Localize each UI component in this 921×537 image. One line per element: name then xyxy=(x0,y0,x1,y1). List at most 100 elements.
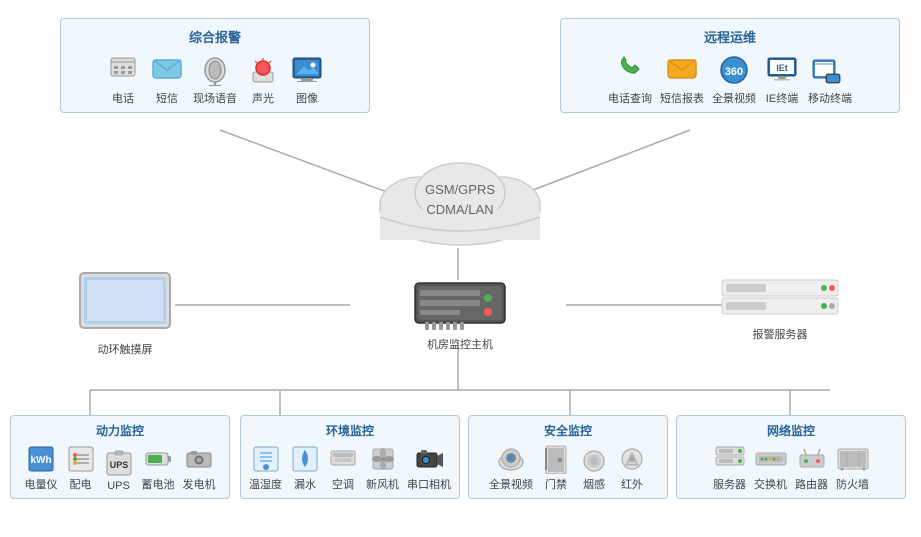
firewall-icon xyxy=(837,444,869,474)
ie-terminal-label: IE终端 xyxy=(766,90,798,106)
sms-report-icon-item: 短信报表 xyxy=(660,52,704,106)
touchscreen-label: 动环触摸屏 xyxy=(60,341,190,357)
phone-label: 电话 xyxy=(112,90,134,106)
svg-text:IEt: IEt xyxy=(776,63,788,73)
phone-query-icon xyxy=(612,52,648,88)
phone-query-label: 电话查询 xyxy=(608,90,652,106)
ac-icon xyxy=(328,444,358,474)
firewall-icon-item: 防火墙 xyxy=(836,444,869,492)
mobile-terminal-label: 移动终端 xyxy=(808,90,852,106)
environment-monitor-box: 环境监控 温湿度 xyxy=(240,415,460,499)
cloud-network: GSM/GPRS CDMA/LAN xyxy=(360,155,560,250)
generator-icon xyxy=(184,444,214,474)
power-monitor-title: 动力监控 xyxy=(19,422,221,439)
power-icons: kWh 电量仪 配电 xyxy=(19,444,221,492)
infrared-icon xyxy=(617,444,647,474)
center-device: 机房监控主机 xyxy=(390,278,530,352)
sms-icon-item: 短信 xyxy=(149,52,185,106)
mobile-terminal-icon-item: 移动终端 xyxy=(808,52,852,106)
alarm-icons: 电话 短信 xyxy=(71,52,359,106)
battery-icon xyxy=(143,444,173,474)
ups-label: UPS xyxy=(107,480,130,492)
environment-monitor-title: 环境监控 xyxy=(249,422,451,439)
fan-icon xyxy=(368,444,398,474)
svg-text:kWh: kWh xyxy=(30,455,51,466)
power-monitor-box: 动力监控 kWh 电量仪 xyxy=(10,415,230,499)
security-monitor-title: 安全监控 xyxy=(477,422,659,439)
ups-icon-item: UPS UPS xyxy=(104,448,134,492)
dome-cam-icon xyxy=(496,444,526,474)
battery-icon-item: 蓄电池 xyxy=(142,444,175,492)
firewall-label: 防火墙 xyxy=(836,476,869,492)
alarm-light-label: 声光 xyxy=(252,90,274,106)
thermo-icon-item: 温湿度 xyxy=(249,444,282,492)
remote-ops-title: 远程运维 xyxy=(571,27,889,46)
distribution-label: 配电 xyxy=(70,476,92,492)
ie-terminal-icon-item: IEt IE终端 xyxy=(764,52,800,106)
router-label: 路由器 xyxy=(795,476,828,492)
smoke-icon-item: 烟感 xyxy=(579,444,609,492)
alarm-light-icon-item: 声光 xyxy=(245,52,281,106)
alarm-light-icon xyxy=(245,52,281,88)
server-label: 服务器 xyxy=(713,476,746,492)
sms-report-icon xyxy=(664,52,700,88)
infrared-label: 红外 xyxy=(621,476,643,492)
remote-icons: 电话查询 短信报表 360 xyxy=(571,52,889,106)
battery-label: 蓄电池 xyxy=(142,476,175,492)
environment-icons: 温湿度 漏水 xyxy=(249,444,451,492)
voice-icon-item: 现场语音 xyxy=(193,52,237,106)
thermo-label: 温湿度 xyxy=(249,476,282,492)
center-device-label: 机房监控主机 xyxy=(390,336,530,352)
touchscreen-icon xyxy=(75,268,175,338)
switch-icon xyxy=(755,444,787,474)
water-icon-item: 漏水 xyxy=(290,444,320,492)
distribution-icon xyxy=(66,444,96,474)
door-label: 门禁 xyxy=(545,476,567,492)
touch-screen-device: 动环触摸屏 xyxy=(60,268,190,357)
alarm-server-device: 报警服务器 xyxy=(710,278,850,342)
svg-text:360: 360 xyxy=(725,66,743,78)
switch-label: 交换机 xyxy=(754,476,787,492)
network-monitor-box: 网络监控 服务器 xyxy=(676,415,906,499)
image-icon xyxy=(289,52,325,88)
phone-query-icon-item: 电话查询 xyxy=(608,52,652,106)
infrared-icon-item: 红外 xyxy=(617,444,647,492)
controller-icon xyxy=(410,278,510,333)
security-icons: 全景视频 门禁 xyxy=(477,444,659,492)
thermo-icon xyxy=(251,444,281,474)
serial-camera-icon-item: 串口相机 xyxy=(407,444,451,492)
comprehensive-alarm-box: 综合报警 电话 xyxy=(60,18,370,113)
switch-icon-item: 交换机 xyxy=(754,444,787,492)
distribution-icon-item: 配电 xyxy=(66,444,96,492)
meter-icon-item: kWh 电量仪 xyxy=(25,444,58,492)
security-monitor-box: 安全监控 全景视频 xyxy=(468,415,668,499)
meter-label: 电量仪 xyxy=(25,476,58,492)
ups-icon: UPS xyxy=(104,448,134,478)
door-icon-item: 门禁 xyxy=(541,444,571,492)
ac-icon-item: 空调 xyxy=(328,444,358,492)
network-icons: 服务器 交换机 xyxy=(685,444,897,492)
water-label: 漏水 xyxy=(294,476,316,492)
panorama-icon-item: 360 全景视频 xyxy=(712,52,756,106)
generator-label: 发电机 xyxy=(183,476,216,492)
serial-camera-icon xyxy=(414,444,444,474)
smoke-icon xyxy=(579,444,609,474)
serial-camera-label: 串口相机 xyxy=(407,476,451,492)
meter-icon: kWh xyxy=(26,444,56,474)
phone-icon-item: 电话 xyxy=(105,52,141,106)
remote-ops-box: 远程运维 电话查询 短信 xyxy=(560,18,900,113)
voice-icon xyxy=(197,52,233,88)
router-icon xyxy=(796,444,828,474)
sms-label: 短信 xyxy=(156,90,178,106)
mobile-terminal-icon xyxy=(812,52,848,88)
router-icon-item: 路由器 xyxy=(795,444,828,492)
panorama-label: 全景视频 xyxy=(712,90,756,106)
server-icon-item: 服务器 xyxy=(713,444,746,492)
cloud-text-line1: GSM/GPRS xyxy=(360,180,560,200)
diagram: 综合报警 电话 xyxy=(0,0,921,537)
server-icon xyxy=(714,444,746,474)
network-monitor-title: 网络监控 xyxy=(685,422,897,439)
sms-icon xyxy=(149,52,185,88)
image-icon-item: 图像 xyxy=(289,52,325,106)
svg-text:UPS: UPS xyxy=(109,460,128,470)
